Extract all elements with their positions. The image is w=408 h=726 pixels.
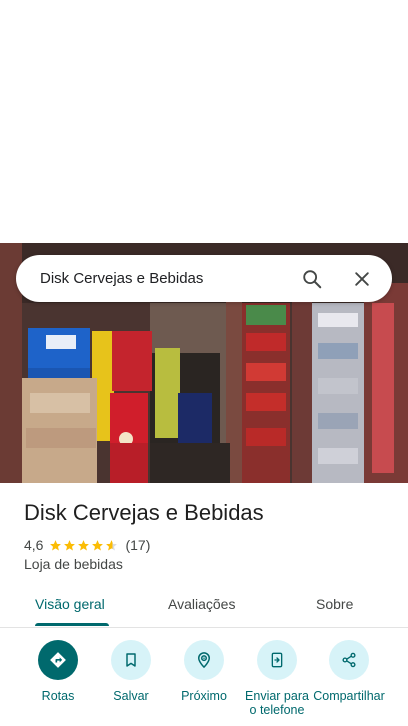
nearby-icon — [197, 652, 211, 669]
share-label: Compartilhar — [313, 689, 385, 703]
save-circle — [111, 640, 151, 680]
save-label: Salvar — [113, 689, 149, 703]
send-to-phone-circle — [257, 640, 297, 680]
active-tab-indicator — [35, 623, 109, 626]
half-star-icon — [106, 539, 118, 550]
star-icon — [50, 539, 62, 550]
directions-circle — [38, 640, 78, 680]
tab-bar: Visão geral Avaliações Sobre — [0, 585, 408, 628]
tab-overview[interactable]: Visão geral — [35, 596, 105, 612]
send-to-phone-icon — [271, 652, 283, 668]
rating-row[interactable]: 4,6 (17) — [24, 536, 150, 554]
tab-reviews[interactable]: Avaliações — [168, 596, 235, 612]
send-to-phone-button[interactable]: Enviar para o telefone — [241, 640, 313, 717]
rating-value: 4,6 — [24, 537, 44, 553]
nearby-label: Próximo — [181, 689, 227, 703]
directions-icon — [50, 652, 66, 668]
share-circle — [329, 640, 369, 680]
tab-about[interactable]: Sobre — [316, 596, 353, 612]
search-icon[interactable] — [300, 267, 324, 291]
star-icon — [92, 539, 104, 550]
save-button[interactable]: Salvar — [95, 640, 167, 703]
action-bar: Rotas Salvar Próximo Enviar para o telef… — [0, 640, 408, 726]
send-to-phone-label: Enviar para o telefone — [245, 689, 309, 717]
place-title: Disk Cervejas e Bebidas — [24, 500, 264, 525]
bookmark-icon — [126, 653, 136, 667]
search-input[interactable]: Disk Cervejas e Bebidas — [40, 270, 300, 287]
review-count[interactable]: (17) — [125, 537, 150, 553]
star-rating — [49, 539, 119, 552]
nearby-button[interactable]: Próximo — [168, 640, 240, 703]
directions-button[interactable]: Rotas — [22, 640, 94, 703]
star-icon — [64, 539, 76, 550]
star-icon — [78, 539, 90, 550]
search-bar[interactable]: Disk Cervejas e Bebidas — [16, 255, 392, 302]
place-category: Loja de bebidas — [24, 556, 123, 572]
share-button[interactable]: Compartilhar — [313, 640, 385, 717]
directions-label: Rotas — [41, 689, 75, 703]
nearby-circle — [184, 640, 224, 680]
close-icon[interactable] — [350, 267, 374, 291]
share-icon — [342, 652, 356, 668]
